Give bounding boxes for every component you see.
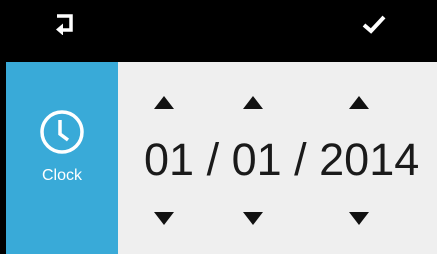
clock-label: Clock — [41, 167, 82, 184]
month-down-arrow[interactable] — [154, 212, 174, 225]
date-separator: / — [281, 134, 320, 185]
day-down-arrow[interactable] — [243, 212, 263, 225]
date-separator: / — [194, 134, 232, 185]
top-bar — [0, 0, 437, 52]
month-value[interactable]: 01 — [144, 134, 194, 185]
year-down-arrow[interactable] — [349, 212, 369, 225]
back-button[interactable] — [34, 0, 94, 52]
year-value[interactable]: 2014 — [319, 134, 419, 185]
return-arrow-icon — [53, 13, 75, 40]
year-up-arrow[interactable] — [349, 96, 369, 109]
confirm-button[interactable] — [344, 0, 404, 52]
month-up-arrow[interactable] — [154, 96, 174, 109]
date-editor: 01 / 01 / 2014 — [118, 62, 437, 254]
clock-tab[interactable]: Clock — [6, 62, 118, 254]
clock-icon — [38, 110, 86, 160]
date-display: 01 / 01 / 2014 — [144, 134, 419, 186]
checkmark-icon — [362, 14, 386, 39]
day-up-arrow[interactable] — [243, 96, 263, 109]
day-value[interactable]: 01 — [232, 134, 282, 185]
